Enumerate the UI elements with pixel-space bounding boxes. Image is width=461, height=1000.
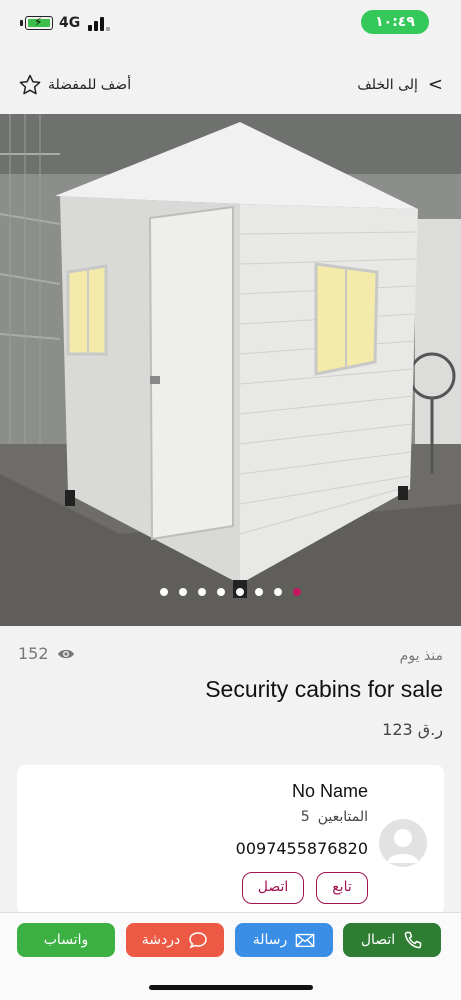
gallery-dots (0, 588, 461, 596)
network-type: 4G (59, 15, 81, 31)
clock: ١٠:٤٩ (361, 10, 429, 34)
gallery-dot[interactable] (217, 588, 225, 596)
chat-bubble-icon (189, 932, 207, 949)
home-indicator (149, 985, 313, 990)
action-bar: واتساب دردشة رسالة اتصال (0, 912, 461, 1000)
battery-icon: ⚡ (25, 15, 53, 30)
listing-price: 123 ر.ق (382, 720, 443, 739)
chat-label: دردشة (141, 932, 181, 948)
call-label: اتصال (360, 932, 396, 948)
follow-button[interactable]: تابع (316, 872, 368, 904)
gallery-dot[interactable] (274, 588, 282, 596)
followers-count: 5 (300, 809, 310, 825)
envelope-icon (295, 933, 315, 948)
signal-icon (88, 15, 110, 31)
seller-name: No Name (291, 781, 368, 801)
favorite-label: أضف للمفضلة (48, 77, 132, 93)
avatar[interactable] (379, 819, 427, 867)
battery-cap (20, 20, 23, 26)
cabin-photo (0, 114, 461, 626)
whatsapp-label: واتساب (43, 932, 89, 948)
eye-icon (57, 649, 74, 658)
message-label: رسالة (252, 932, 288, 948)
seller-call-button[interactable]: اتصل (242, 872, 304, 904)
chevron-left-icon: < (427, 74, 443, 95)
gallery-dot[interactable] (236, 588, 244, 596)
message-button[interactable]: رسالة (235, 923, 333, 957)
followers-label: المتابعين (317, 809, 368, 825)
gallery-dot[interactable] (293, 588, 301, 596)
user-silhouette-icon (387, 829, 419, 863)
whatsapp-button[interactable]: واتساب (17, 923, 115, 957)
views-count: 152 (18, 644, 75, 663)
back-label: إلى الخلف (357, 76, 418, 93)
gallery-dot[interactable] (198, 588, 206, 596)
phone-icon (404, 931, 422, 949)
call-button[interactable]: اتصال (343, 923, 441, 957)
posted-time: منذ يوم (399, 648, 443, 664)
back-button[interactable]: إلى الخلف < (357, 74, 443, 95)
gallery-dot[interactable] (179, 588, 187, 596)
listing-photo[interactable] (0, 114, 461, 626)
seller-followers: 5 المتابعين (301, 809, 368, 825)
gallery-dot[interactable] (255, 588, 263, 596)
gallery-dot[interactable] (160, 588, 168, 596)
chat-button[interactable]: دردشة (126, 923, 224, 957)
listing-title: Security cabins for sale (205, 676, 443, 702)
seller-card: No Name 5 المتابعين 0097455876820 تابع ا… (17, 765, 444, 915)
top-nav: أضف للمفضلة إلى الخلف < (0, 60, 461, 110)
views-value: 152 (18, 644, 49, 663)
status-bar: ⚡ 4G ١٠:٤٩ (0, 0, 461, 50)
add-favorite-button[interactable]: أضف للمفضلة (18, 73, 131, 97)
star-icon (19, 74, 41, 95)
seller-phone[interactable]: 0097455876820 (236, 839, 368, 858)
